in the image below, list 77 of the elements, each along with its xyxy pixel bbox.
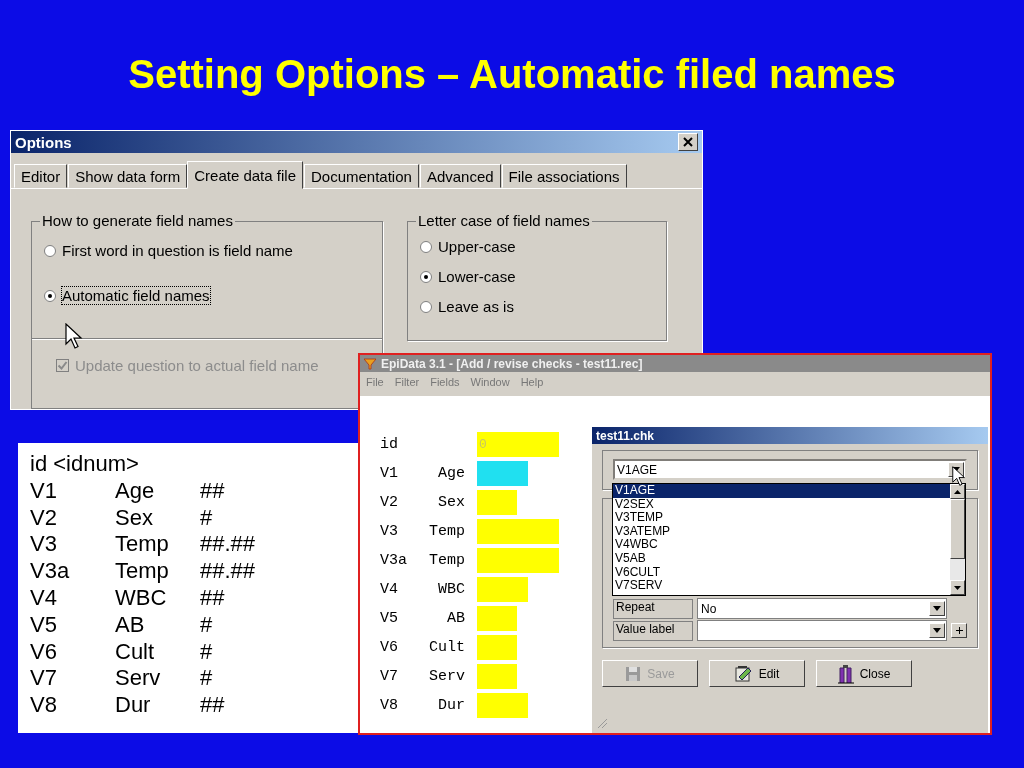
- list-item[interactable]: V1AGE: [613, 484, 950, 498]
- window-title: Options: [15, 133, 73, 151]
- field-name: V8: [30, 692, 58, 719]
- dropdown-field[interactable]: No: [697, 598, 947, 619]
- radio-label[interactable]: Lower-case: [438, 268, 516, 285]
- field-name: V4: [30, 585, 58, 612]
- question-label: AB: [115, 611, 146, 639]
- tab[interactable]: Create data file: [187, 161, 303, 189]
- field-name: V1: [30, 477, 58, 505]
- list-item[interactable]: V4WBC: [613, 538, 950, 552]
- question-label: Serv: [428, 668, 465, 685]
- question-label: Temp: [428, 523, 465, 540]
- field-name: V7: [380, 668, 399, 685]
- group-title: Letter case of field names: [416, 212, 592, 229]
- list-item[interactable]: V5AB: [613, 551, 950, 566]
- tab[interactable]: Advanced: [419, 164, 501, 188]
- list-item[interactable]: V3ATEMP: [613, 524, 950, 539]
- field-name: V5: [380, 610, 399, 627]
- property-label: Repeat: [613, 598, 693, 619]
- list-item[interactable]: V3TEMP: [613, 511, 950, 525]
- field-name: V3: [30, 531, 58, 559]
- format-code: ##: [200, 585, 225, 612]
- question-label: Cult: [115, 638, 156, 666]
- list-item[interactable]: V6CULT: [613, 565, 950, 580]
- list-item[interactable]: V2SEX: [613, 497, 950, 512]
- close-button[interactable]: Close: [816, 660, 912, 687]
- field-name: V8: [380, 697, 399, 714]
- question-label: Temp: [428, 552, 465, 569]
- question-label: Cult: [428, 639, 465, 656]
- radio-label[interactable]: First word in question is field name: [62, 242, 293, 259]
- field-name: V6: [30, 638, 58, 666]
- window-title: EpiData 3.1 - [Add / revise checks - test11.rec]: [381, 356, 644, 371]
- list-item[interactable]: V7SERV: [613, 579, 950, 593]
- field-name: id: [380, 436, 399, 453]
- field-name: V2: [380, 494, 399, 511]
- field-name: id <idnum>: [30, 451, 139, 478]
- question-label: Age: [115, 477, 156, 505]
- field-name: V5: [30, 611, 58, 639]
- format-code: #: [200, 611, 213, 639]
- field-name: V2: [30, 504, 58, 532]
- question-label: Dur: [115, 692, 152, 719]
- tab[interactable]: Show data form: [68, 164, 188, 188]
- question-label: WBC: [437, 581, 465, 598]
- question-label: Sex: [437, 494, 465, 511]
- question-label: Temp: [115, 531, 170, 559]
- radio-label[interactable]: Upper-case: [438, 238, 516, 255]
- question-label: Serv: [115, 665, 162, 693]
- radio-label[interactable]: Leave as is: [438, 298, 514, 315]
- group-title: How to generate field names: [40, 212, 235, 229]
- tab[interactable]: Editor: [14, 164, 68, 188]
- field-name: V3a: [30, 558, 71, 585]
- edit-button[interactable]: Edit: [709, 660, 805, 687]
- field-name: V4: [380, 581, 399, 598]
- field-name: V3a: [380, 552, 408, 569]
- question-label: Age: [437, 465, 465, 482]
- field-name: V6: [380, 639, 399, 656]
- format-code: #: [200, 665, 213, 693]
- question-label: AB: [446, 610, 465, 627]
- field-name: V3: [380, 523, 399, 540]
- question-label: Sex: [115, 504, 154, 532]
- tab[interactable]: Documentation: [304, 164, 419, 188]
- format-code: ##.##: [200, 531, 256, 559]
- question-label: Dur: [437, 697, 465, 714]
- format-code: #: [200, 504, 213, 532]
- slide-title: Setting Options – Automatic filed names: [127, 51, 897, 98]
- tab[interactable]: File associations: [501, 164, 627, 188]
- question-label: Temp: [115, 558, 170, 585]
- property-label: Value label: [613, 620, 693, 641]
- field-name: V1: [380, 465, 399, 482]
- radio-label[interactable]: Automatic field names: [62, 287, 210, 304]
- format-code: ##: [200, 692, 225, 719]
- format-code: #: [200, 638, 213, 666]
- format-code: ##: [200, 477, 225, 505]
- field-name: V7: [30, 665, 58, 693]
- question-label: WBC: [115, 585, 168, 612]
- window-title: test11.chk: [596, 428, 656, 443]
- format-code: ##.##: [200, 558, 256, 585]
